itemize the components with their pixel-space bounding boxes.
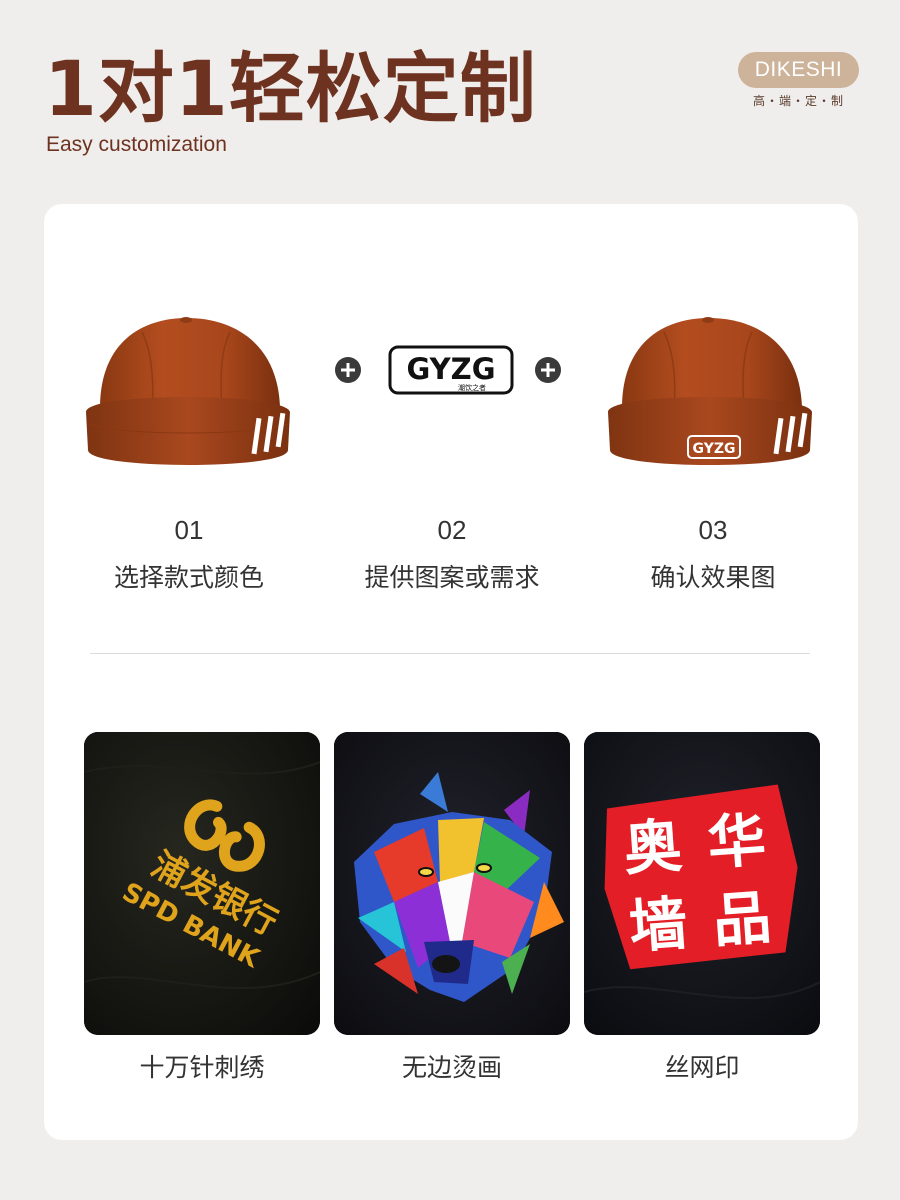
craft-label: 十万针刺绣 [139, 1053, 265, 1082]
screen-print-sample: 奥 华 墙 品 [584, 732, 820, 1035]
craft-label: 无边烫画 [401, 1053, 502, 1082]
brand-badge: DIKESHI [738, 52, 859, 88]
step-label: 选择款式颜色 [113, 563, 264, 592]
embroidery-artwork: 浦发银行 SPD BANK [84, 732, 320, 1035]
page-title: 1对1轻松定制 [44, 44, 537, 133]
embroidery-sample: 浦发银行 SPD BANK [84, 732, 320, 1035]
print-char: 墙 [627, 889, 690, 961]
craft-label: 丝网印 [664, 1053, 740, 1082]
logo-cap-image: GYZG [608, 317, 812, 465]
print-char: 华 [705, 806, 768, 878]
page-subtitle: Easy customization [46, 133, 227, 156]
plus-icon [535, 357, 561, 383]
logo-small-text: 潮饮之者 [458, 383, 486, 392]
brand-tagline: 高・端・定・制 [752, 94, 844, 108]
step-number: 01 [174, 515, 204, 545]
cap-logo-text: GYZG [693, 441, 736, 457]
wolf-artwork [334, 732, 570, 1035]
print-char: 奥 [622, 811, 685, 883]
step-label: 确认效果图 [650, 563, 776, 592]
step-number: 03 [698, 515, 728, 545]
print-char: 品 [711, 883, 774, 955]
plain-cap-image [86, 317, 290, 465]
step-number: 02 [437, 515, 467, 545]
screen-print-artwork: 奥 华 墙 品 [584, 732, 820, 1035]
logo-text: GYZG [407, 352, 496, 386]
gyzg-logo: GYZG 潮饮之者 [388, 345, 514, 395]
heat-transfer-sample [334, 732, 570, 1035]
step-label: 提供图案或需求 [364, 563, 540, 592]
plus-icon [335, 357, 361, 383]
section-divider [90, 653, 810, 654]
